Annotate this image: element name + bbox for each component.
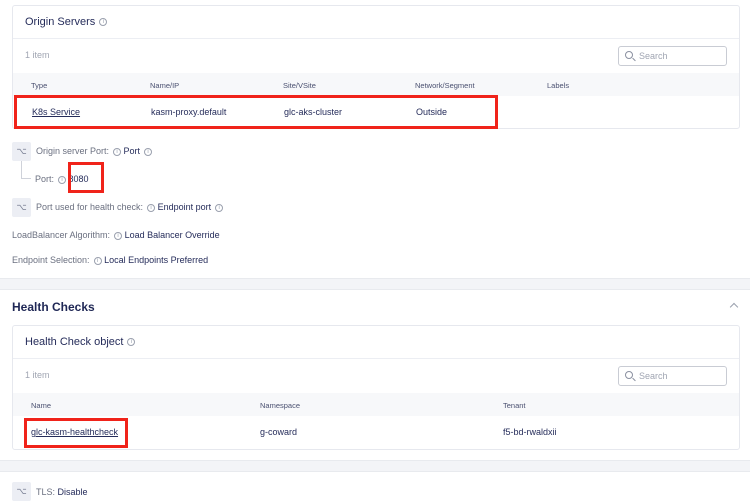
section-divider	[0, 460, 750, 472]
search-input[interactable]: Search	[618, 366, 727, 386]
origin-servers-header: Origin Servers i	[13, 6, 739, 39]
label: Port used for health check:	[36, 202, 144, 212]
value: Disable	[57, 487, 88, 497]
branch-icon: ⌥	[12, 482, 31, 501]
info-icon[interactable]: i	[58, 175, 67, 184]
origin-port-property: Origin server Port: i Port i	[36, 146, 153, 156]
column-header[interactable]: Network/Segment	[415, 81, 475, 90]
value: Local Endpoints Preferred	[104, 255, 209, 265]
tenant-cell: f5-bd-rwaldxii	[503, 427, 557, 437]
info-icon[interactable]: i	[127, 338, 136, 347]
search-placeholder: Search	[639, 371, 668, 381]
info-icon[interactable]: i	[144, 147, 153, 156]
label: Port:	[35, 174, 55, 184]
column-header[interactable]: Labels	[547, 81, 569, 90]
health-port-property: Port used for health check: i Endpoint po…	[36, 202, 224, 212]
lb-algorithm-property: LoadBalancer Algorithm: i Load Balancer O…	[12, 230, 220, 240]
info-icon[interactable]: i	[93, 256, 102, 265]
search-placeholder: Search	[639, 51, 668, 61]
info-icon[interactable]: i	[113, 147, 122, 156]
branch-icon: ⌥	[12, 142, 31, 161]
section-divider	[0, 278, 750, 290]
column-header[interactable]: Namespace	[260, 401, 300, 410]
item-count: 1 item	[25, 50, 50, 60]
search-icon	[625, 51, 633, 59]
highlight-box	[68, 162, 104, 193]
origin-servers-title: Origin Servers	[25, 16, 96, 28]
column-header[interactable]: Site/VSite	[283, 81, 316, 90]
tree-connector	[21, 161, 31, 179]
table-header: Name Namespace Tenant	[13, 393, 739, 416]
endpoint-selection-property: Endpoint Selection: i Local Endpoints Pre…	[12, 255, 208, 265]
label: Origin server Port:	[36, 146, 110, 156]
health-checks-heading: Health Checks	[12, 300, 95, 314]
info-icon[interactable]: i	[215, 203, 224, 212]
health-check-title: Health Check object	[25, 336, 124, 348]
search-icon	[625, 371, 633, 379]
value: Port	[123, 146, 141, 156]
tls-property: TLS: Disable	[36, 487, 88, 497]
table-header: Type Name/IP Site/VSite Network/Segment …	[13, 73, 739, 96]
highlight-box	[14, 95, 498, 129]
column-header[interactable]: Name	[31, 401, 51, 410]
label: TLS:	[36, 487, 56, 497]
column-header[interactable]: Name/IP	[150, 81, 179, 90]
branch-icon: ⌥	[12, 198, 31, 217]
namespace-cell: g-coward	[260, 427, 298, 437]
collapse-chevron-icon[interactable]	[729, 302, 739, 312]
health-check-header: Health Check object i	[13, 326, 739, 359]
value: Endpoint port	[157, 202, 212, 212]
column-header[interactable]: Tenant	[503, 401, 526, 410]
info-icon[interactable]: i	[147, 203, 156, 212]
search-input[interactable]: Search	[618, 46, 727, 66]
info-icon[interactable]: i	[114, 231, 123, 240]
value: Load Balancer Override	[124, 230, 220, 240]
label: Endpoint Selection:	[12, 255, 90, 265]
label: LoadBalancer Algorithm:	[12, 230, 111, 240]
column-header[interactable]: Type	[31, 81, 47, 90]
item-count: 1 item	[25, 370, 50, 380]
highlight-box	[24, 418, 128, 448]
info-icon[interactable]: i	[99, 18, 108, 27]
